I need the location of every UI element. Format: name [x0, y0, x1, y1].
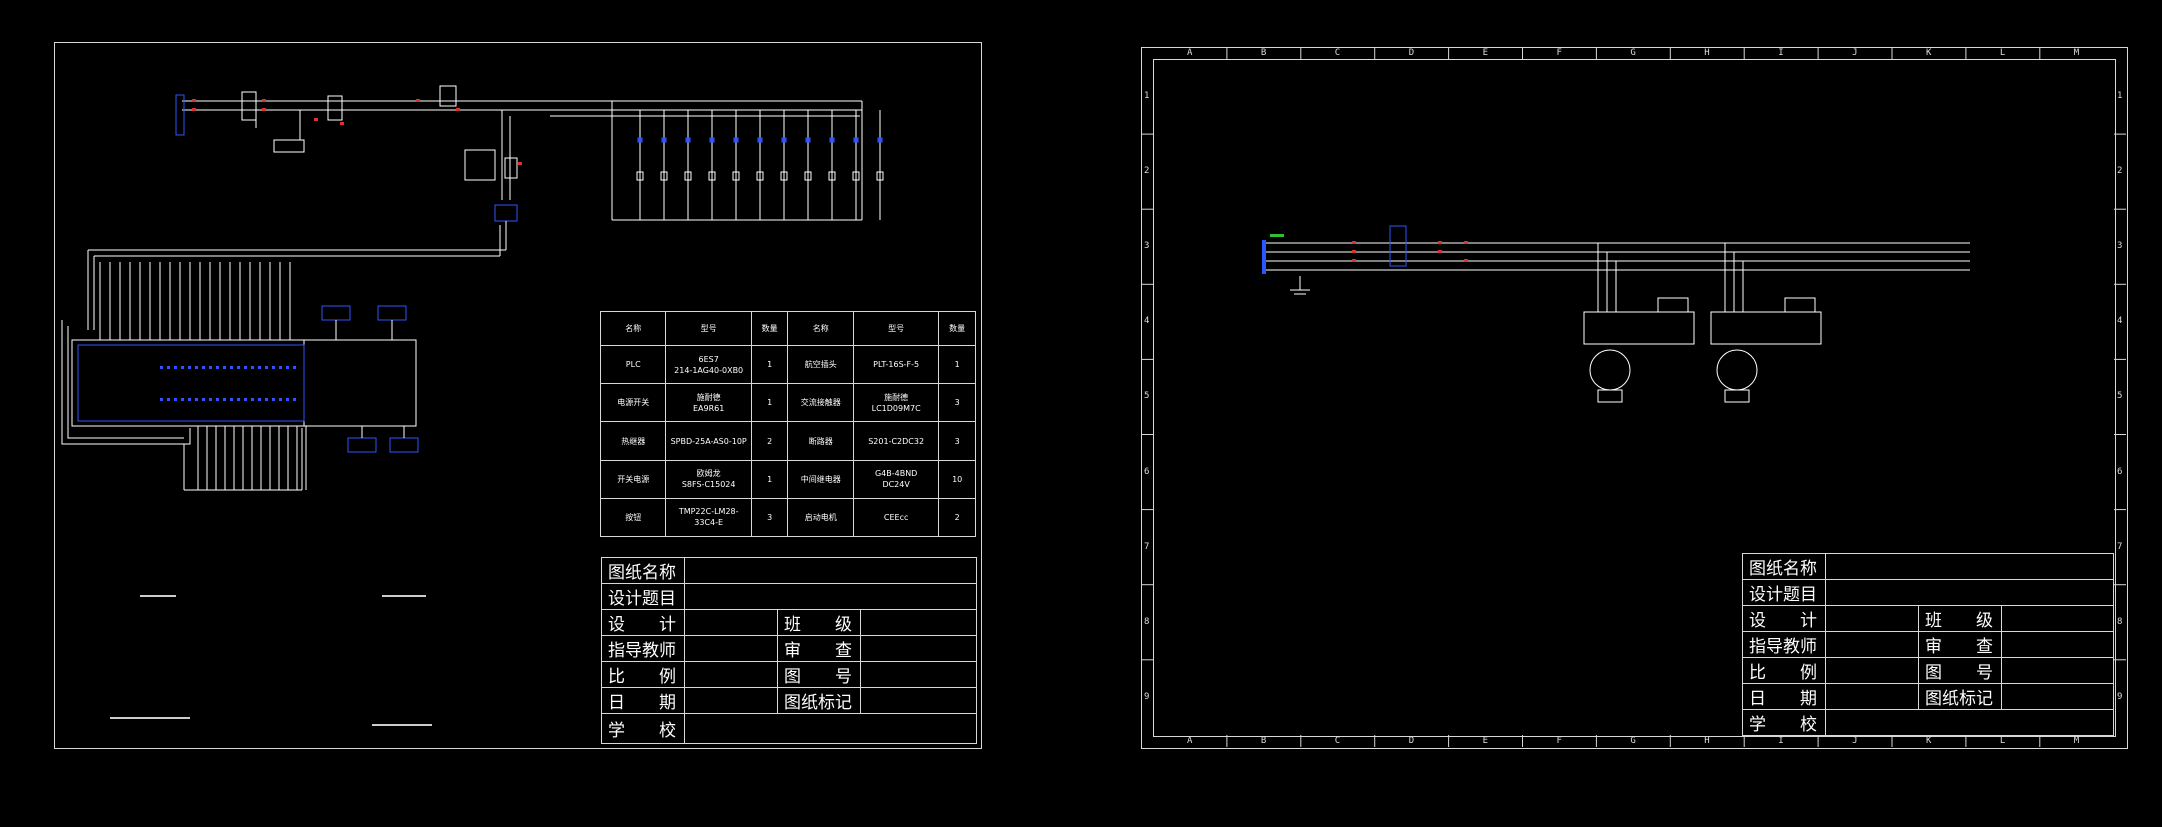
school-label: 学 校: [1742, 709, 1826, 736]
instructor-label: 指导教师: [1742, 631, 1826, 658]
drawing-no-value: [2001, 657, 2114, 684]
class-value: [2001, 605, 2114, 632]
drawing-mark-value: [2001, 683, 2114, 710]
drawing-name-label: 图纸名称: [1742, 553, 1826, 580]
cad-viewport[interactable]: 名称 型号 数量 名称 型号 数量 PLC 6ES7 214-1AG40-0XB0…: [0, 0, 2162, 827]
class-label: 班 级: [1918, 605, 2002, 632]
drawing-mark-label: 图纸标记: [1918, 683, 2002, 710]
design-topic-label: 设计题目: [1742, 579, 1826, 606]
design-label: 设 计: [1742, 605, 1826, 632]
date-label: 日 期: [1742, 683, 1826, 710]
instructor-value: [1825, 631, 1919, 658]
review-value: [2001, 631, 2114, 658]
drawing-no-label: 图 号: [1918, 657, 2002, 684]
design-topic-value: [1825, 579, 2114, 606]
scale-label: 比 例: [1742, 657, 1826, 684]
design-value: [1825, 605, 1919, 632]
scale-value: [1825, 657, 1919, 684]
school-value: [1825, 709, 2114, 736]
review-label: 审 查: [1918, 631, 2002, 658]
right-title-block: 图纸名称 设计题目 设 计 班 级 指导教师 审 查 比 例 图 号 日 期 图…: [1742, 553, 2114, 736]
date-value: [1825, 683, 1919, 710]
drawing-name-value: [1825, 553, 2114, 580]
